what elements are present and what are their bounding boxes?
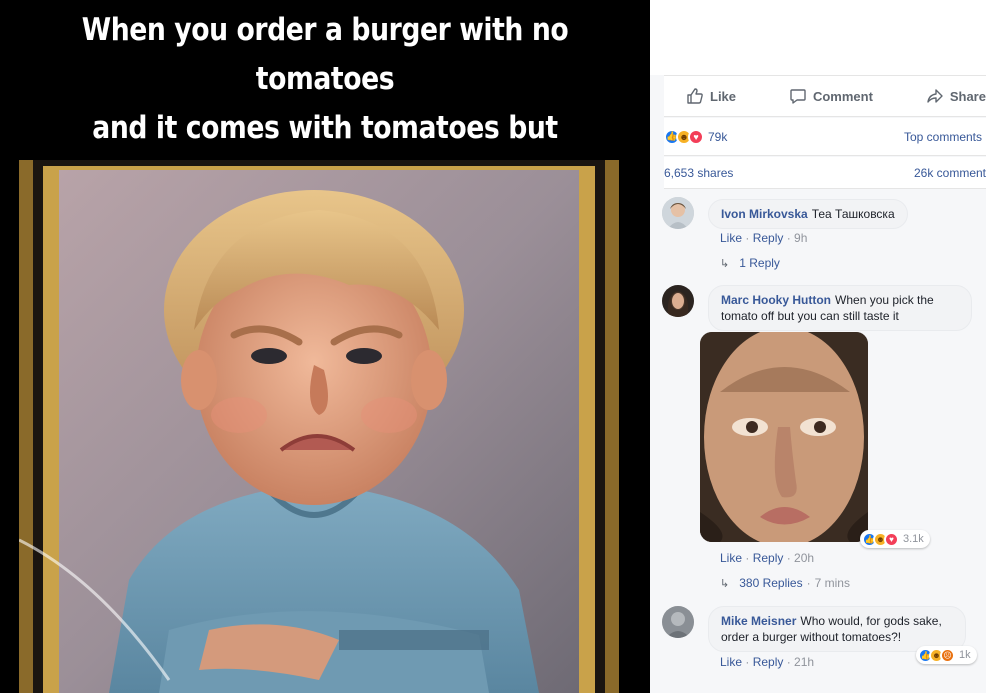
comment-meta: Like · Reply · 9h	[720, 231, 808, 245]
reaction-count[interactable]: 79k	[708, 130, 727, 144]
comment-text: Теа Ташковска	[811, 207, 895, 221]
shares-count[interactable]: 6,653 shares	[664, 166, 733, 180]
share-button[interactable]: Share	[926, 87, 986, 105]
replies-time: 7 mins	[814, 576, 850, 590]
avatar[interactable]	[662, 606, 694, 638]
replies-time-prefix: ·	[806, 576, 811, 590]
comment-like-link[interactable]: Like	[720, 655, 742, 669]
post-action-bar: Like Comment Share	[664, 75, 986, 117]
comment-button[interactable]: Comment	[789, 87, 873, 105]
love-reaction-icon: ♥	[688, 128, 704, 145]
comment-reactions[interactable]: 👍 ☻ ☹ 1k	[916, 646, 977, 664]
comment-meta: Like · Reply · 21h	[720, 655, 815, 669]
top-comments-filter[interactable]: Top comments	[904, 130, 982, 144]
comment-time[interactable]: 9h	[794, 231, 807, 245]
comment-reactions[interactable]: 👍 ☻ ♥ 3.1k	[860, 530, 930, 548]
comment-like-link[interactable]: Like	[720, 551, 742, 565]
comment-like-link[interactable]: Like	[720, 231, 742, 245]
love-reaction-icon: ♥	[884, 531, 899, 547]
reply-arrow-icon: ↳	[720, 257, 730, 270]
comment-bubble: Ivon Mirkovska Теа Ташковска	[708, 199, 908, 229]
post-header-area	[650, 0, 986, 75]
comment-button-label: Comment	[812, 88, 873, 104]
like-button[interactable]: Like	[686, 87, 736, 105]
boy-portrait-image	[19, 160, 619, 693]
comment-replies[interactable]: ↳ 1 Reply	[720, 256, 780, 270]
replies-label[interactable]: 380 Replies	[739, 576, 802, 590]
comments-count[interactable]: 26k comments	[914, 166, 986, 180]
comment-reply-link[interactable]: Reply	[753, 231, 784, 245]
comment-author[interactable]: Marc Hooky Hutton	[721, 293, 831, 307]
comment-item: Marc Hooky Hutton When you pick the tomat…	[662, 285, 986, 595]
like-button-label: Like	[710, 88, 737, 104]
meme-photo	[19, 160, 619, 693]
comment-author[interactable]: Ivon Mirkovska	[721, 207, 808, 221]
comment-author[interactable]: Mike Meisner	[721, 614, 796, 628]
comment-item: Ivon Mirkovska Теа Ташковска Like · Reply…	[662, 197, 986, 287]
reactions-summary-row: 👍 ☻ ♥ 79k Top comments	[664, 118, 986, 156]
reaction-icons[interactable]: 👍 ☻ ♥	[664, 128, 704, 145]
comment-meta: Like · Reply · 20h	[720, 551, 815, 565]
comment-reaction-count: 1k	[959, 649, 971, 661]
comment-time[interactable]: 21h	[794, 655, 814, 669]
angry-reaction-icon: ☹	[940, 647, 955, 663]
thumbs-up-icon	[687, 88, 703, 104]
share-arrow-icon	[927, 89, 943, 103]
comment-reply-link[interactable]: Reply	[753, 655, 784, 669]
avatar[interactable]	[662, 285, 694, 317]
comment-bubble: Marc Hooky Hutton When you pick the tomat…	[708, 285, 972, 331]
comment-reply-link[interactable]: Reply	[753, 551, 784, 565]
reply-arrow-icon: ↳	[720, 577, 730, 590]
shares-comments-row: 6,653 shares 26k comments	[664, 157, 986, 189]
meme-panel: When you order a burger with no tomatoes…	[0, 0, 650, 693]
comment-attachment-image[interactable]	[700, 332, 868, 542]
comment-time[interactable]: 20h	[794, 551, 814, 565]
avatar[interactable]	[662, 197, 694, 229]
share-button-label: Share	[949, 88, 986, 104]
facebook-panel: Like Comment Share 👍 ☻ ♥ 79k Top comment…	[650, 0, 986, 693]
comment-replies[interactable]: ↳ 380 Replies · 7 mins	[720, 576, 850, 590]
replies-label[interactable]: 1 Reply	[739, 256, 780, 270]
comment-item: Mike Meisner Who would, for gods sake, or…	[662, 606, 986, 693]
comment-bubble-icon	[790, 89, 806, 104]
comment-reaction-count: 3.1k	[903, 533, 924, 545]
